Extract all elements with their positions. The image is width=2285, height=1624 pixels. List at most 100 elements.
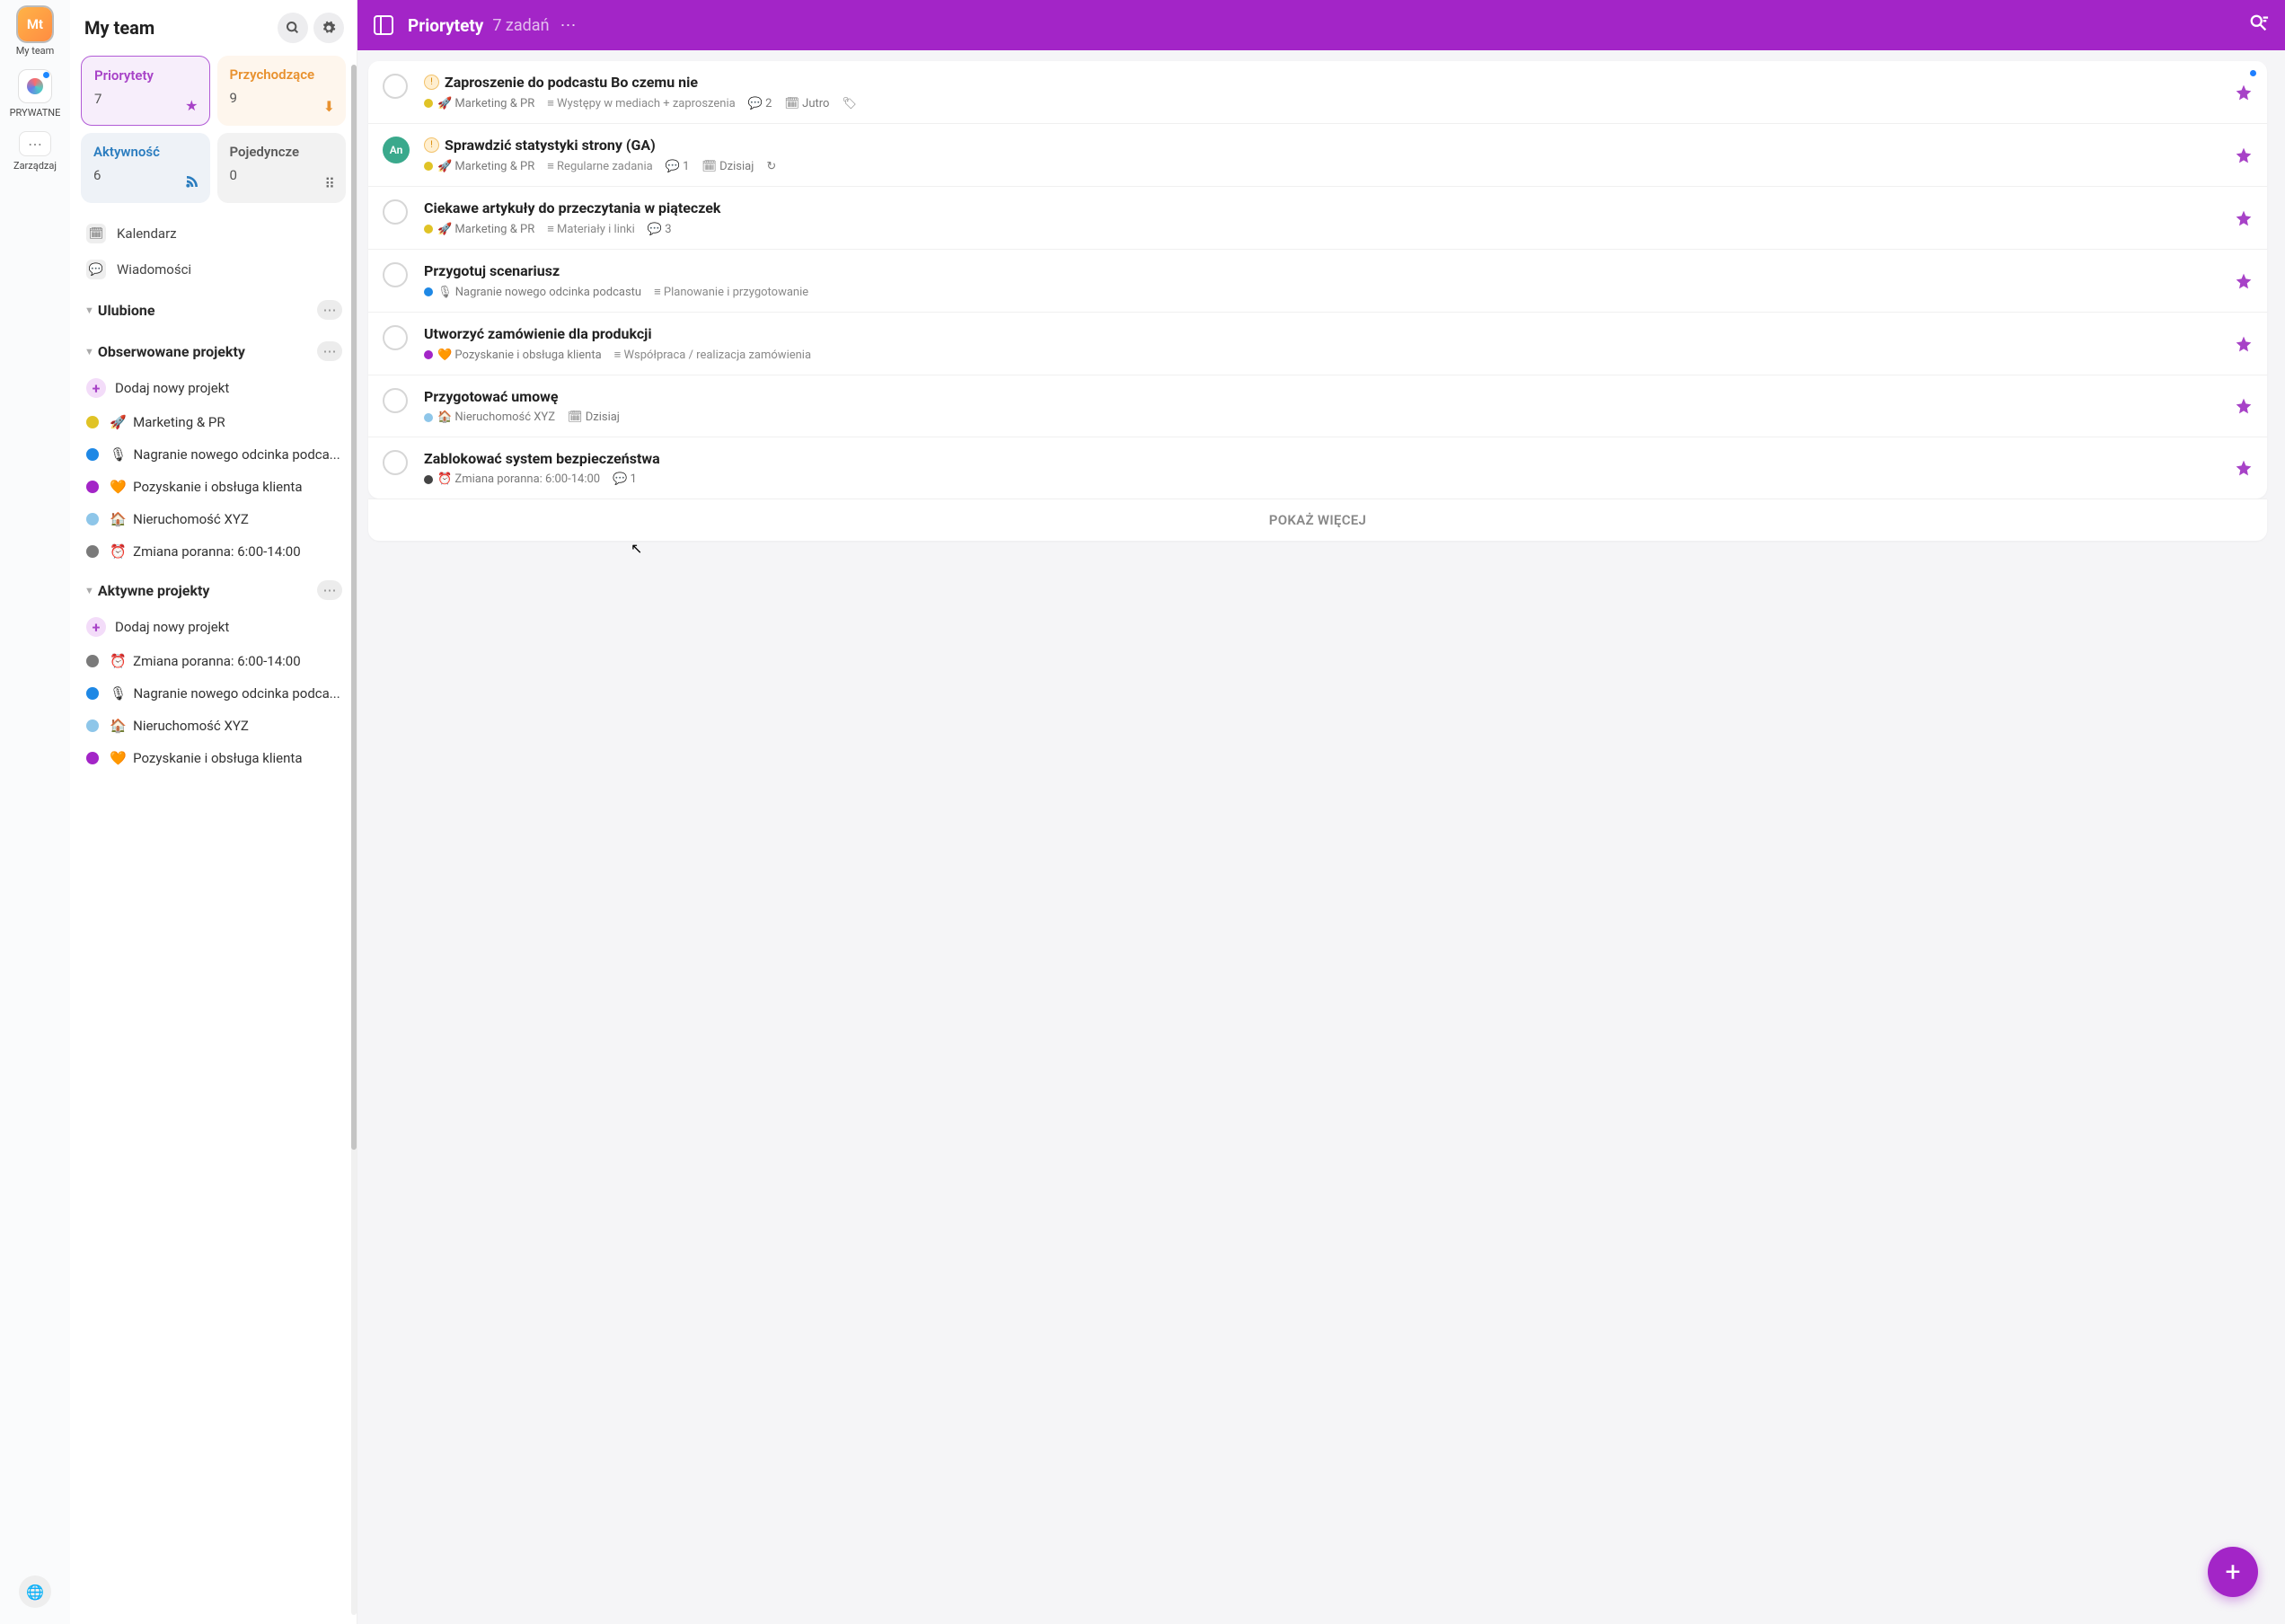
task-title: Zablokować system bezpieczeństwa <box>424 450 660 467</box>
rail-team-label: My team <box>16 45 55 57</box>
section-favorites-label: Ulubione <box>98 302 312 319</box>
section-active[interactable]: ▼ Aktywne projekty ⋯ <box>81 568 346 609</box>
project-row[interactable]: 🎙 Nagranie nowego odcinka podca... <box>81 438 346 471</box>
star-icon[interactable] <box>2235 84 2253 102</box>
task-project[interactable]: 🏠 Nieruchomość XYZ <box>424 410 555 424</box>
star-icon[interactable] <box>2235 272 2253 290</box>
section-active-more[interactable]: ⋯ <box>317 580 342 600</box>
project-name: 🏠 Nieruchomość XYZ <box>110 511 249 527</box>
calendar-icon: 🗓 <box>86 224 106 243</box>
project-row[interactable]: ⏰ Zmiana poranna: 6:00-14:00 <box>81 645 346 677</box>
scrollbar[interactable] <box>351 65 357 1615</box>
project-row[interactable]: 🏠 Nieruchomość XYZ <box>81 710 346 742</box>
task-row[interactable]: Przygotuj scenariusz 🎙 Nagranie nowego o… <box>368 250 2267 313</box>
project-row[interactable]: 🧡 Pozyskanie i obsługa klienta <box>81 471 346 503</box>
task-date[interactable]: 🗓 Dzisiaj <box>701 160 754 173</box>
task-comments[interactable]: 💬 3 <box>648 223 672 236</box>
project-color-dot <box>86 719 99 732</box>
sidebar-calendar-label: Kalendarz <box>117 225 177 242</box>
project-row[interactable]: 🧡 Pozyskanie i obsługa klienta <box>81 742 346 774</box>
star-icon[interactable] <box>2235 335 2253 353</box>
task-row[interactable]: !Zaproszenie do podcastu Bo czemu nie 🚀 … <box>368 61 2267 124</box>
feed-icon <box>185 174 199 192</box>
rail-private-label: PRYWATNE <box>10 107 61 119</box>
section-watched[interactable]: ▼ Obserwowane projekty ⋯ <box>81 329 346 370</box>
task-row[interactable]: An !Sprawdzić statystyki strony (GA) 🚀 M… <box>368 124 2267 187</box>
rail-private[interactable]: PRYWATNE <box>10 69 61 119</box>
sidebar-messages[interactable]: 💬 Wiadomości <box>81 252 346 287</box>
task-title: Przygotuj scenariusz <box>424 262 560 279</box>
card-priorities[interactable]: Priorytety 7 ★ <box>81 56 210 126</box>
task-checkbox[interactable] <box>383 388 408 413</box>
section-watched-more[interactable]: ⋯ <box>317 341 342 361</box>
task-section[interactable]: ≡ Występy w mediach + zaproszenia <box>547 96 735 110</box>
workspace-title: My team <box>84 17 272 39</box>
card-incoming[interactable]: Przychodzące 9 ⬇ <box>217 56 347 126</box>
star-icon[interactable] <box>2235 397 2253 415</box>
task-project[interactable]: 🚀 Marketing & PR <box>424 97 534 110</box>
section-favorites-more[interactable]: ⋯ <box>317 300 342 320</box>
add-project-row[interactable]: + Dodaj nowy projekt <box>81 370 346 406</box>
gear-icon[interactable] <box>313 13 344 43</box>
task-title: Zaproszenie do podcastu Bo czemu nie <box>445 74 698 91</box>
star-icon[interactable] <box>2235 209 2253 227</box>
add-project-label: Dodaj nowy projekt <box>115 380 229 396</box>
project-color-dot <box>86 655 99 667</box>
task-comments[interactable]: 💬 2 <box>748 97 772 110</box>
task-section[interactable]: ≡ Planowanie i przygotowanie <box>654 285 808 299</box>
task-checkbox[interactable] <box>383 262 408 287</box>
star-icon[interactable] <box>2235 459 2253 477</box>
project-row[interactable]: 🏠 Nieruchomość XYZ <box>81 503 346 535</box>
task-checkbox[interactable] <box>383 450 408 475</box>
task-checkbox[interactable] <box>383 199 408 225</box>
project-row[interactable]: 🎙 Nagranie nowego odcinka podca... <box>81 677 346 710</box>
project-row[interactable]: 🚀 Marketing & PR <box>81 406 346 438</box>
repeat-icon: ↻ <box>766 160 776 173</box>
rail-team[interactable]: Mt My team <box>16 7 55 57</box>
task-row[interactable]: Przygotować umowę 🏠 Nieruchomość XYZ🗓 Dz… <box>368 375 2267 437</box>
task-project[interactable]: 🎙 Nagranie nowego odcinka podcastu <box>424 286 641 299</box>
task-row[interactable]: Ciekawe artykuły do przeczytania w piąte… <box>368 187 2267 250</box>
task-row[interactable]: Zablokować system bezpieczeństwa ⏰ Zmian… <box>368 437 2267 499</box>
task-date[interactable]: 🗓 Jutro <box>784 97 829 110</box>
task-project[interactable]: 🚀 Marketing & PR <box>424 160 534 173</box>
card-activity-count: 6 <box>93 167 198 183</box>
add-project-row[interactable]: + Dodaj nowy projekt <box>81 609 346 645</box>
task-project[interactable]: ⏰ Zmiana poranna: 6:00-14:00 <box>424 472 600 486</box>
search-filter-icon[interactable] <box>2249 13 2269 38</box>
rail-manage[interactable]: ⋯ Zarządzaj <box>13 131 57 172</box>
task-checkbox[interactable] <box>383 74 408 99</box>
task-project[interactable]: 🚀 Marketing & PR <box>424 223 534 236</box>
search-icon[interactable] <box>278 13 308 43</box>
card-single[interactable]: Pojedyncze 0 ⠿ <box>217 133 347 203</box>
view-menu-icon[interactable]: ⋯ <box>560 16 577 35</box>
task-project[interactable]: 🧡 Pozyskanie i obsługa klienta <box>424 349 602 362</box>
tag-icon[interactable]: 🏷 <box>842 97 857 110</box>
task-comments[interactable]: 💬 1 <box>666 160 690 173</box>
show-more-button[interactable]: POKAŻ WIĘCEJ <box>368 499 2267 541</box>
team-avatar: Mt <box>18 7 52 41</box>
task-section[interactable]: ≡ Regularne zadania <box>547 159 652 173</box>
fab-add-button[interactable]: + <box>2208 1547 2258 1597</box>
private-avatar <box>18 69 52 103</box>
unread-dot <box>2250 70 2256 76</box>
card-activity[interactable]: Aktywność 6 <box>81 133 210 203</box>
task-date[interactable]: 🗓 Dzisiaj <box>568 410 620 424</box>
panel-toggle-icon[interactable] <box>374 15 393 35</box>
task-section[interactable]: ≡ Współpraca / realizacja zamówienia <box>614 348 811 362</box>
project-name: 🧡 Pozyskanie i obsługa klienta <box>110 479 303 495</box>
task-checkbox[interactable] <box>383 325 408 350</box>
sidebar: My team Priorytety 7 ★ Przychodzące 9 ⬇ <box>70 0 357 1624</box>
task-comments[interactable]: 💬 1 <box>613 472 637 486</box>
star-icon[interactable] <box>2235 146 2253 164</box>
task-section[interactable]: ≡ Materiały i linki <box>547 222 635 236</box>
section-favorites[interactable]: ▼ Ulubione ⋯ <box>81 287 346 329</box>
project-row[interactable]: ⏰ Zmiana poranna: 6:00-14:00 <box>81 535 346 568</box>
inbox-icon: ⬇ <box>323 98 335 115</box>
sidebar-calendar[interactable]: 🗓 Kalendarz <box>81 216 346 252</box>
project-color-dot <box>86 448 99 461</box>
project-color-dot <box>86 513 99 525</box>
globe-icon[interactable]: 🌐 <box>19 1575 51 1608</box>
chat-icon: 💬 <box>86 260 106 279</box>
task-row[interactable]: Utworzyć zamówienie dla produkcji 🧡 Pozy… <box>368 313 2267 375</box>
